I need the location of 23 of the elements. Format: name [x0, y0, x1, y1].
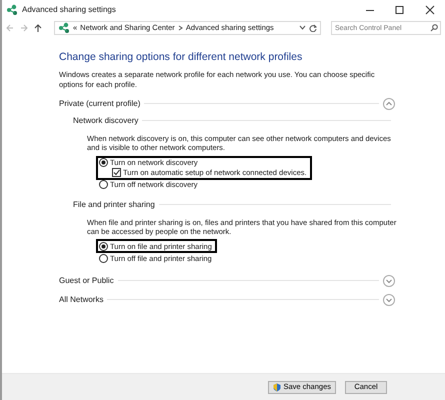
up-arrow-icon[interactable] — [34, 24, 42, 32]
profile-label[interactable]: Private (current profile) — [59, 98, 140, 109]
profile-label[interactable]: All Networks — [59, 294, 104, 305]
shield-icon — [273, 382, 282, 392]
radio-button[interactable] — [99, 254, 108, 264]
refresh-icon[interactable] — [309, 24, 317, 32]
collapse-icon[interactable] — [383, 98, 395, 110]
radio-button[interactable] — [99, 158, 108, 168]
network-icon — [6, 4, 18, 16]
expand-icon[interactable] — [383, 274, 395, 287]
section-title: File and printer sharing — [73, 200, 155, 210]
checkbox[interactable] — [112, 168, 121, 178]
page-heading: Change sharing options for different network profiles — [59, 51, 304, 64]
dropdown-icon[interactable] — [299, 25, 306, 31]
profile-label[interactable]: Guest or Public — [59, 276, 114, 286]
search-icon[interactable] — [430, 24, 438, 32]
section-title: Network discovery — [73, 116, 138, 126]
expand-icon[interactable] — [383, 294, 395, 306]
network-icon — [58, 22, 70, 34]
chevron-icon[interactable] — [178, 25, 183, 31]
window-title: Advanced sharing settings — [22, 4, 116, 14]
radio-button[interactable] — [99, 180, 108, 190]
radio-button[interactable] — [99, 242, 108, 251]
